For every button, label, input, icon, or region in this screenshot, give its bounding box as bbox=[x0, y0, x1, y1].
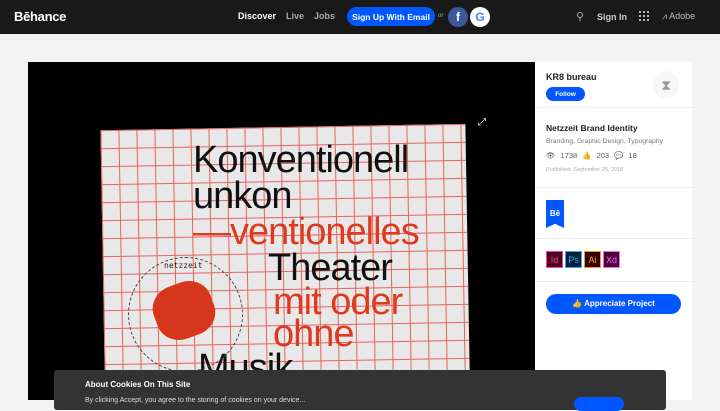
appreciate-label: Appreciate Project bbox=[584, 299, 655, 308]
thumbs-up-icon: 👍 bbox=[572, 299, 585, 308]
comment-icon: 💬 bbox=[614, 151, 624, 160]
project-stats: 👁 1738 👍 203 💬 18 bbox=[546, 151, 681, 160]
photoshop-icon[interactable]: Ps bbox=[565, 251, 582, 268]
netzzeit-circle-logo: netzzeit bbox=[128, 257, 243, 372]
cookie-accept-button[interactable] bbox=[574, 397, 624, 411]
project-fields[interactable]: Branding, Graphic Design, Typography bbox=[546, 138, 681, 145]
owner-avatar[interactable]: ⧗ bbox=[653, 71, 679, 99]
eye-icon: 👁 bbox=[546, 151, 556, 160]
poster-line: —ventionelles bbox=[193, 211, 420, 253]
adobe-label: Adobe bbox=[669, 11, 696, 21]
or-label: or bbox=[438, 13, 444, 19]
comments-count: 18 bbox=[628, 151, 637, 160]
nav-jobs[interactable]: Jobs bbox=[314, 11, 335, 21]
apps-grid-icon[interactable] bbox=[639, 11, 649, 21]
circle-text: netzzeit bbox=[164, 261, 203, 270]
sign-in-link[interactable]: Sign In bbox=[597, 12, 627, 22]
illustrator-icon[interactable]: Ai bbox=[584, 251, 601, 268]
nav-live[interactable]: Live bbox=[286, 11, 304, 21]
behance-logo[interactable]: Bēhance bbox=[14, 9, 66, 24]
appreciate-project-button[interactable]: 👍 Appreciate Project bbox=[546, 293, 681, 314]
owner-name[interactable]: KR8 bureau bbox=[546, 72, 597, 82]
views-count: 1738 bbox=[560, 151, 578, 160]
behance-featured-badge[interactable]: Bē bbox=[546, 200, 564, 228]
indesign-icon[interactable]: Id bbox=[546, 251, 563, 268]
cookie-title: About Cookies On This Site bbox=[85, 380, 191, 389]
poster-line: Konventionell bbox=[193, 139, 409, 181]
nav-discover[interactable]: Discover bbox=[238, 11, 276, 21]
cookie-banner: About Cookies On This Site By clicking A… bbox=[54, 370, 666, 411]
top-nav: Bēhance Discover Live Jobs Sign Up With … bbox=[0, 0, 720, 34]
published-date: Published: September 25, 2018 bbox=[546, 167, 624, 173]
project-title: Netzzeit Brand Identity bbox=[546, 123, 638, 133]
search-icon[interactable]: ⚲ bbox=[576, 10, 584, 23]
adobe-link[interactable]: ⩘ Adobe bbox=[662, 11, 695, 22]
thumbs-up-icon: 👍 bbox=[582, 151, 592, 160]
cookie-body: By clicking Accept, you agree to the sto… bbox=[85, 397, 306, 404]
poster-line: unkon bbox=[193, 175, 293, 217]
project-artwork[interactable]: Konventionell unkon —ventionelles Theate… bbox=[28, 62, 535, 400]
sign-up-email-button[interactable]: Sign Up With Email bbox=[347, 7, 435, 26]
follow-button[interactable]: Follow bbox=[546, 87, 585, 101]
expand-icon[interactable]: ⤢ bbox=[472, 112, 492, 132]
project-sidebar: KR8 bureau Follow ⧗ Netzzeit Brand Ident… bbox=[535, 62, 692, 400]
facebook-signup-button[interactable]: f bbox=[448, 7, 468, 27]
xd-icon[interactable]: Xd bbox=[603, 251, 620, 268]
appreciations-count: 203 bbox=[596, 151, 610, 160]
google-signup-button[interactable]: G bbox=[470, 7, 490, 27]
